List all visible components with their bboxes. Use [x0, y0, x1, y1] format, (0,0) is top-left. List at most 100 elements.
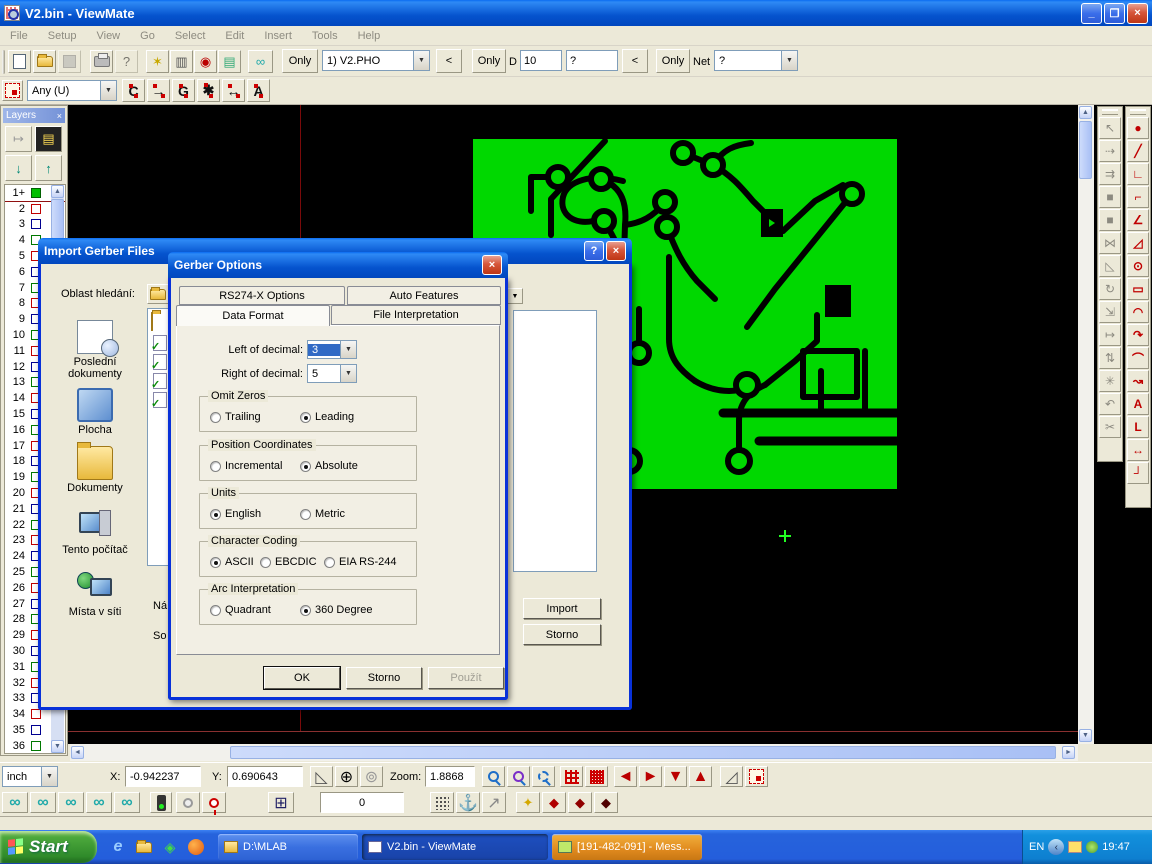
- pad-special-button[interactable]: ◆: [568, 792, 592, 813]
- view-single-button[interactable]: ∞: [86, 792, 112, 813]
- gerber-cancel-button[interactable]: Storno: [346, 667, 422, 689]
- mirror-tool[interactable]: ⋈: [1099, 232, 1121, 254]
- layers-scroll-thumb[interactable]: [51, 199, 64, 239]
- context-help-button[interactable]: ?: [115, 50, 138, 73]
- tab-data-format[interactable]: Data Format: [176, 305, 330, 326]
- menu-select[interactable]: Select: [165, 28, 216, 44]
- explorer-folder-icon[interactable]: [134, 837, 154, 857]
- skew-tool[interactable]: ◺: [1099, 255, 1121, 277]
- radio-metric[interactable]: Metric: [300, 508, 345, 520]
- dcode-view-button[interactable]: ◉: [194, 50, 217, 73]
- open-file-button[interactable]: [33, 50, 56, 73]
- elbow-tool[interactable]: ┘: [1127, 462, 1149, 484]
- radio-leading[interactable]: Leading: [300, 411, 354, 423]
- ellipse-arc-tool[interactable]: ⌒: [1127, 347, 1149, 369]
- pad-dark-button[interactable]: ◆: [594, 792, 618, 813]
- layer-color-swatch[interactable]: [31, 219, 41, 229]
- only-net-button[interactable]: Only: [656, 49, 690, 73]
- layer-color-swatch[interactable]: [31, 709, 41, 719]
- view-options-button[interactable]: ∞: [248, 50, 273, 73]
- radio-trailing[interactable]: Trailing: [210, 411, 261, 423]
- gerber-file-icon[interactable]: [153, 354, 167, 370]
- menu-insert[interactable]: Insert: [254, 28, 302, 44]
- layer-color-swatch[interactable]: [31, 204, 41, 214]
- place-network-places[interactable]: Místa v síti: [47, 570, 143, 618]
- measure-angle-button[interactable]: ◺: [310, 766, 333, 787]
- menu-help[interactable]: Help: [348, 28, 391, 44]
- zoom-select-button[interactable]: [532, 766, 555, 787]
- ok-button[interactable]: OK: [264, 667, 340, 689]
- radio-absolute[interactable]: Absolute: [300, 460, 358, 472]
- left-of-decimal-dropdown[interactable]: ▼: [340, 341, 356, 358]
- rectangle-tool[interactable]: ▭: [1127, 278, 1149, 300]
- snap-grid-button[interactable]: [430, 792, 454, 813]
- fill-rect2-tool[interactable]: ■: [1099, 209, 1121, 231]
- right-of-decimal-combo[interactable]: 5 ▼: [307, 364, 357, 383]
- polyline-tool[interactable]: ∟: [1127, 163, 1149, 185]
- dcode-value-field[interactable]: 10: [520, 50, 562, 71]
- only-dcode-button[interactable]: Only: [472, 49, 506, 73]
- green-app-icon[interactable]: ◈: [160, 837, 180, 857]
- zoom-window-button[interactable]: [507, 766, 530, 787]
- corner-tool[interactable]: ⌐: [1127, 186, 1149, 208]
- menu-go[interactable]: Go: [130, 28, 165, 44]
- spline-tool[interactable]: ↝: [1127, 370, 1149, 392]
- curve-tool[interactable]: ↷: [1127, 324, 1149, 346]
- vertical-scroll-thumb[interactable]: [1079, 121, 1092, 179]
- layers-panel-header[interactable]: Layers ×: [3, 108, 65, 123]
- move-one-tool[interactable]: ⇢: [1099, 140, 1121, 162]
- measure-view-button[interactable]: ▥: [170, 50, 193, 73]
- film-colors-button[interactable]: ▤: [218, 50, 241, 73]
- restore-button[interactable]: ❐: [1104, 3, 1125, 24]
- anchor-button[interactable]: ⚓: [456, 792, 480, 813]
- layers-scroll-up[interactable]: ▲: [51, 185, 64, 198]
- gerber-file-icon[interactable]: [153, 392, 167, 408]
- layer-table-button[interactable]: ▤: [35, 126, 62, 152]
- composite-aperture-button[interactable]: ✱: [197, 79, 220, 102]
- cut-tool[interactable]: ✂: [1099, 416, 1121, 438]
- place-my-computer[interactable]: Tento počítač: [47, 508, 143, 556]
- horizontal-scrollbar[interactable]: ◄ ►: [70, 744, 1078, 761]
- apply-button[interactable]: Použít: [428, 667, 504, 689]
- step-tool[interactable]: ↦: [1099, 324, 1121, 346]
- palette-grip[interactable]: [1102, 109, 1118, 115]
- unit-dropdown[interactable]: ▼: [41, 767, 57, 786]
- scroll-up-button[interactable]: ▲: [1079, 106, 1092, 119]
- view-custom-button[interactable]: ∞: [114, 792, 140, 813]
- aperture-type-dropdown[interactable]: ▼: [100, 81, 116, 100]
- undo-tool[interactable]: ↶: [1099, 393, 1121, 415]
- resize-view-button[interactable]: ◿: [720, 766, 743, 787]
- layer-combo[interactable]: 1) V2.PHO ▼: [322, 50, 430, 71]
- new-file-button[interactable]: [8, 50, 31, 73]
- minimize-button[interactable]: _: [1081, 3, 1102, 24]
- prev-dcode-button[interactable]: <: [622, 49, 648, 73]
- taskbar-task[interactable]: [191-482-091] - Mess...: [552, 834, 702, 860]
- flash-aperture-button[interactable]: →: [147, 79, 170, 102]
- tray-icq-icon[interactable]: [1086, 841, 1098, 853]
- film-move-up-button[interactable]: ▲: [689, 766, 712, 787]
- palette-grip[interactable]: [1130, 109, 1146, 115]
- menu-file[interactable]: File: [0, 28, 38, 44]
- layer-down-button[interactable]: ↓: [5, 155, 32, 181]
- zoom-in-button[interactable]: [482, 766, 505, 787]
- line-tool[interactable]: ╱: [1127, 140, 1149, 162]
- stretch-button[interactable]: ↗: [482, 792, 506, 813]
- taskbar-task[interactable]: D:\MLAB: [218, 834, 358, 860]
- tray-chevron-icon[interactable]: ‹: [1048, 839, 1064, 855]
- flash-mode-button[interactable]: ✦: [516, 792, 540, 813]
- scale-tool[interactable]: ⇲: [1099, 301, 1121, 323]
- import-button[interactable]: Import: [523, 598, 601, 619]
- flash-view-button[interactable]: ✶: [146, 50, 169, 73]
- radio-english[interactable]: English: [210, 508, 261, 520]
- gerber-dialog-titlebar[interactable]: Gerber Options ×: [168, 252, 508, 278]
- place-desktop[interactable]: Plocha: [47, 388, 143, 436]
- layer-up-button[interactable]: ↑: [35, 155, 62, 181]
- pad-mode-button[interactable]: ◆: [542, 792, 566, 813]
- scroll-down-button[interactable]: ▼: [1079, 729, 1092, 742]
- menu-setup[interactable]: Setup: [38, 28, 87, 44]
- close-button[interactable]: ×: [1127, 3, 1148, 24]
- unit-combo[interactable]: inch ▼: [2, 766, 58, 787]
- prev-layer-button[interactable]: <: [436, 49, 462, 73]
- label-tool[interactable]: L: [1127, 416, 1149, 438]
- radio-360-degree[interactable]: 360 Degree: [300, 604, 373, 616]
